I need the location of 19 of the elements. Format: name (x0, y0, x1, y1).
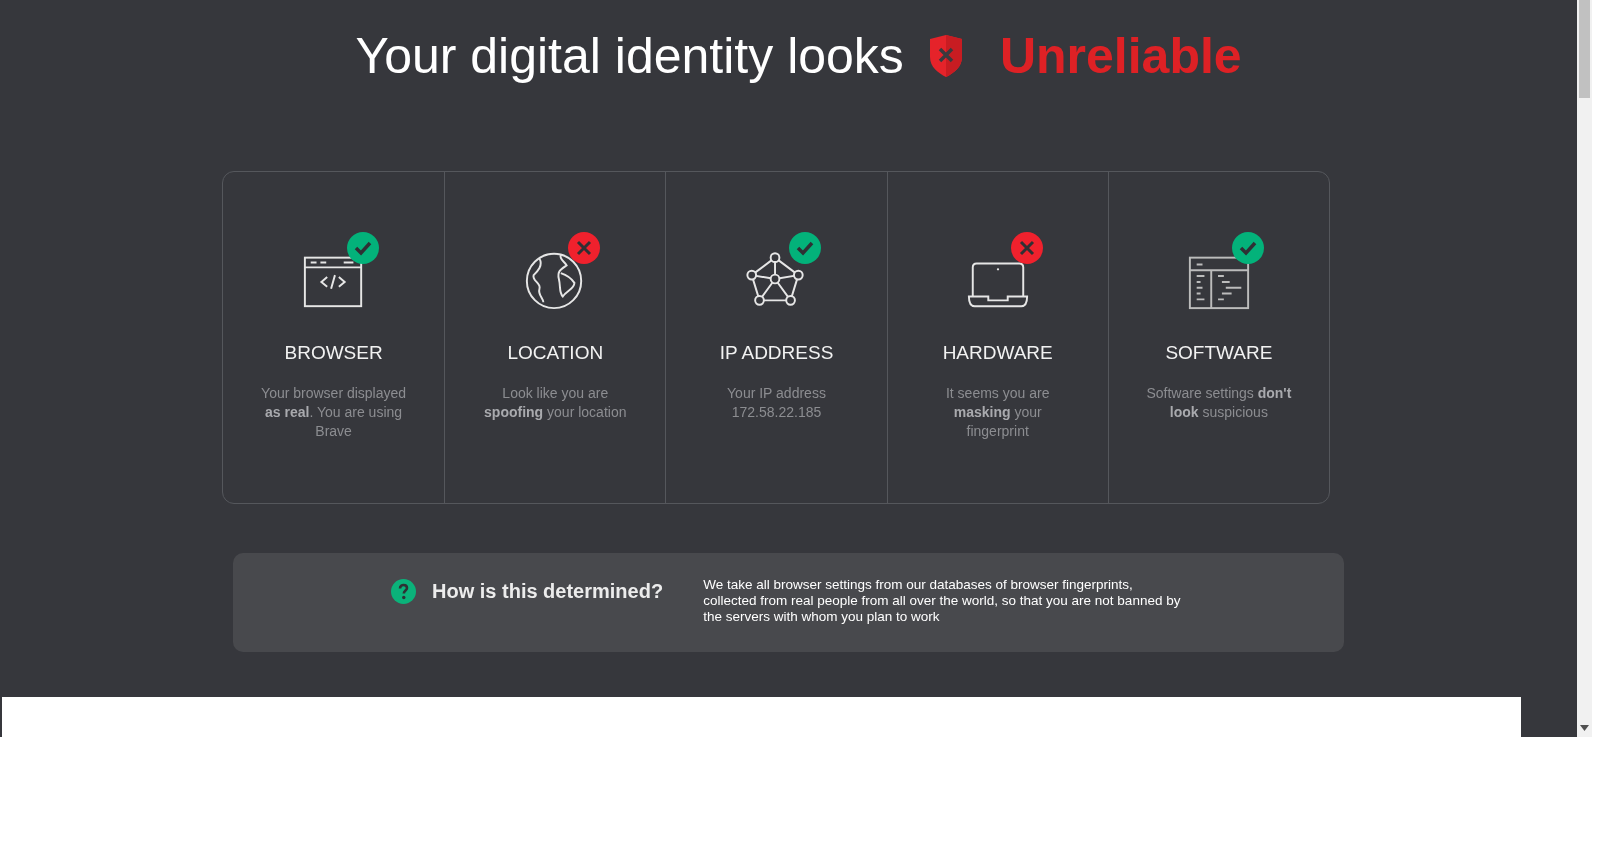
verdict-text: Unreliable (999, 27, 1242, 85)
check-description: It seems you are masking your fingerprint (944, 384, 1051, 441)
shield-cross-icon (927, 35, 964, 77)
check-title: LOCATION (507, 342, 604, 364)
check-title: HARDWARE (942, 342, 1053, 364)
help-icon (391, 579, 416, 604)
check-description: Software settings don't look suspicious (1145, 384, 1293, 422)
scroll-thumb[interactable] (1579, 0, 1590, 98)
info-question: How is this determined? (432, 580, 664, 603)
check-description: Look like you are spoofing your location (483, 384, 628, 422)
check-title: IP ADDRESS (719, 342, 834, 364)
scroll-down-arrow-icon[interactable] (1580, 725, 1589, 731)
scrollbar[interactable] (1577, 0, 1592, 737)
check-description: Your browser displayed as real. You are using Brave (260, 384, 408, 441)
check-description: Your IP address 172.58.22.185 (726, 384, 827, 422)
check-title: BROWSER (284, 342, 383, 364)
check-title: SOFTWARE (1165, 342, 1273, 364)
info-answer: We take all browser settings from our databases of browser fingerprints, collected from real people from all over the world, so that you are not banned by the servers with whom you plan to work (703, 577, 1182, 625)
headline-text: Your digital identity looks (355, 27, 904, 85)
